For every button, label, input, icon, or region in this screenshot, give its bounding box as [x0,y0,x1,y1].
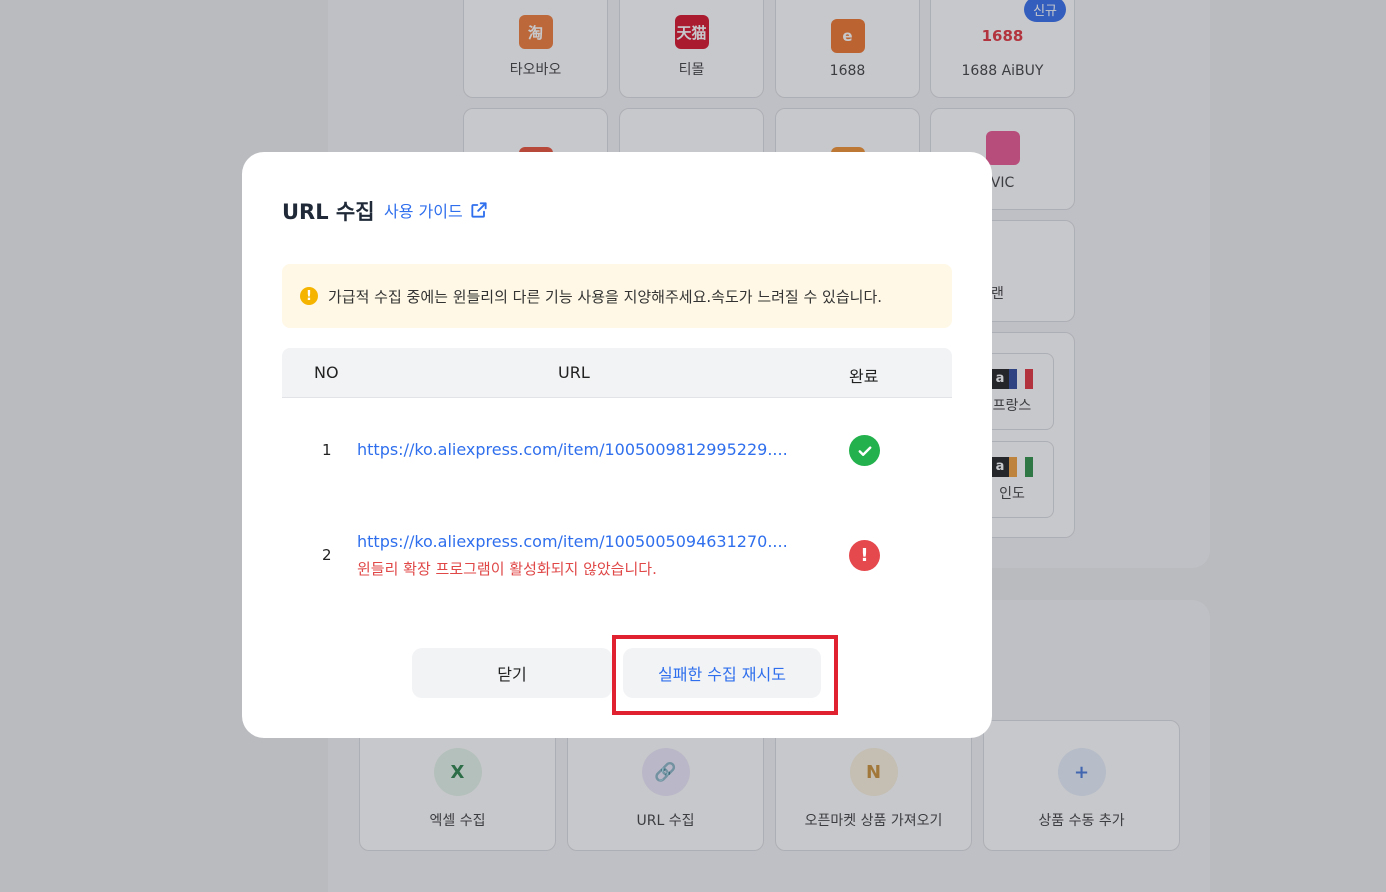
retry-highlight-box [612,635,838,715]
row-url-link[interactable]: https://ko.aliexpress.com/item/100500981… [357,440,788,459]
row-error-message: 윈들리 확장 프로그램이 활성화되지 않았습니다. [357,560,657,578]
failed-alert-icon: ! [849,540,880,571]
header-done: 완료 [849,367,879,386]
row-number: 1 [322,441,332,459]
header-url: URL [558,363,590,382]
external-link-icon [471,202,487,218]
warning-icon: ! [300,287,318,305]
success-check-icon [849,435,880,466]
warning-banner: ! 가급적 수집 중에는 윈들리의 다른 기능 사용을 지양해주세요.속도가 느… [282,264,952,328]
warning-text: 가급적 수집 중에는 윈들리의 다른 기능 사용을 지양해주세요.속도가 느려질… [328,287,883,306]
row-url-link[interactable]: https://ko.aliexpress.com/item/100500509… [357,532,788,551]
guide-link-label: 사용 가이드 [384,202,463,221]
table-row: 2 https://ko.aliexpress.com/item/1005005… [282,522,952,602]
modal-title: URL 수집 [282,200,375,224]
table-row: 1 https://ko.aliexpress.com/item/1005009… [282,422,952,502]
header-no: NO [314,363,339,382]
usage-guide-link[interactable]: 사용 가이드 [384,198,489,222]
close-button[interactable]: 닫기 [412,648,612,698]
table-header: NO URL 완료 [282,348,952,398]
row-number: 2 [322,546,332,564]
